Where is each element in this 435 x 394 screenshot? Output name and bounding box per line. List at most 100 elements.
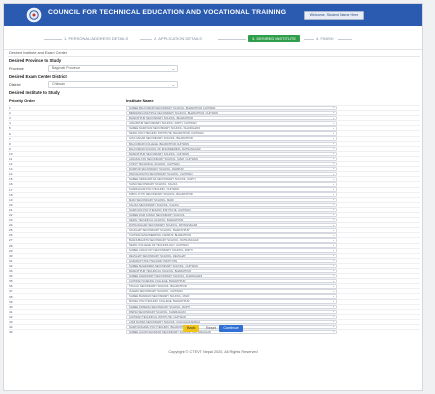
institute-name: DEVGHAT SECONDARY SCHOOL, DEVGHAT [129, 254, 186, 258]
institute-select[interactable]: GAIDAKOT POLYTECHNIC INSTITUTE ⌄ [126, 258, 337, 264]
institute-select[interactable]: SHREE NARAYANI SECONDARY SCHOOL, KHAIRAH… [126, 126, 337, 131]
chevron-down-icon: ⌄ [332, 273, 335, 278]
priority-number: 8 [9, 141, 11, 146]
institute-select[interactable]: RAMPUR SECONDARY SCHOOL, RAMPUR ⌄ [126, 166, 337, 172]
institute-select[interactable]: NEPAL TECHNICAL SCHOOL, BHARATPUR ⌄ [126, 217, 337, 223]
district-select[interactable]: Chitwan ⌄ [48, 81, 178, 88]
institute-select[interactable]: BHARATPUR SECONDARY SCHOOL, BHARATPUR ⌄ [126, 116, 337, 121]
institute-select[interactable]: PARSA SECONDARY SCHOOL, KHAIRAHANI ⌄ [126, 309, 337, 314]
institute-select[interactable]: DIBYA JYOTI SECONDARY SCHOOL, BHARATPUR ⌄ [126, 192, 337, 197]
chevron-down-icon: ⌄ [332, 294, 335, 298]
col-institute-name: Institute Name [126, 98, 154, 103]
institute-select[interactable]: CHITWAN TECHNICAL INSTITUTE, CHITWAN ⌄ [126, 314, 337, 320]
institute-name: DIBYA JYOTI SECONDARY SCHOOL, BHARATPUR [129, 193, 193, 197]
institute-name: SHREE RAM JANAKI SECONDARY SCHOOL [129, 213, 185, 217]
priority-number: 25 [9, 228, 13, 233]
institute-table-header: Priority Order Institute Name [8, 97, 420, 104]
institute-select[interactable]: TIKAULI SECONDARY SCHOOL, BHARATPUR ⌄ [126, 284, 337, 289]
institute-name: SHREE JANAJYOTI SECONDARY SCHOOL, RAPTI [129, 249, 193, 253]
institute-name: MODEL POLYTECHNIC COLLEGE, BHARATPUR [129, 300, 190, 304]
institute-select[interactable]: BHARATPUR SECONDARY SCHOOL, CHITWAN ⌄ [126, 151, 337, 157]
institute-select[interactable]: SHREE JANAJYOTI SECONDARY SCHOOL, RAPTI ⌄ [126, 248, 337, 253]
col-priority-order: Priority Order [9, 98, 36, 103]
institute-select[interactable]: SHREE KRISHNA SECONDARY SCHOOL, RAPTI ⌄ [126, 304, 337, 309]
institute-select[interactable]: SHIVA SECONDARY SCHOOL, KALIKA ⌄ [126, 182, 337, 187]
institute-select[interactable]: BALKUMARI SCHOOL OF ENGINEERING, RATNANA… [126, 146, 337, 151]
institute-select[interactable]: GITA NAGAR SECONDARY SCHOOL, BHARATPUR ⌄ [126, 136, 337, 141]
user-menu-button[interactable]: Welcome, Student Name Here [304, 11, 364, 20]
institute-name: SHREE SARASWATI SECONDARY SCHOOL, KHAIRA… [129, 274, 203, 278]
chevron-down-icon: ⌄ [171, 66, 175, 71]
institute-select[interactable]: NEPAL COLLEGE OF TECHNOLOGY, CHITWAN ⌄ [126, 243, 337, 248]
province-select[interactable]: Bagmati Province ⌄ [48, 65, 178, 72]
chevron-down-icon: ⌄ [332, 116, 335, 120]
institute-select[interactable]: SHREE MAHENDRA SECONDARY SCHOOL, CHITWAN… [126, 263, 337, 269]
priority-number: 3 [9, 116, 11, 121]
institute-name: SHIVA SECONDARY SCHOOL, KALIKA [129, 183, 178, 187]
institute-name: SAUGHAT SECONDARY SCHOOL, BHARATPUR [129, 229, 190, 233]
chevron-down-icon: ⌄ [332, 212, 335, 217]
priority-number: 36 [9, 284, 13, 289]
institute-select[interactable]: KALIKA SECONDARY SCHOOL, KALIKA ⌄ [126, 202, 337, 208]
section-label: Desired Institute and Exam Center [8, 50, 420, 57]
chevron-down-icon: ⌄ [332, 151, 335, 156]
district-row: District Chitwan ⌄ [8, 80, 420, 89]
ctevt-logo-icon [26, 7, 42, 23]
priority-number: 18 [9, 192, 13, 197]
institute-select[interactable]: SHREE SIDDHARTHA SECONDARY SCHOOL, RAPTI… [126, 177, 337, 182]
priority-number: 28 [9, 243, 13, 248]
province-label: Province [9, 66, 24, 71]
institute-select[interactable]: BIRENDRA MULTIPLE SECONDARY SCHOOL, BHAR… [126, 110, 337, 116]
priority-number: 37 [9, 289, 13, 294]
institute-select[interactable]: BHARATPUR TECHNICAL SCHOOL, BHARATPUR ⌄ [126, 268, 337, 274]
reset-button[interactable]: Reset [202, 325, 216, 332]
institute-name: NEPAL POLYTECHNIC INSTITUTE, BHARATPUR, … [129, 132, 204, 136]
priority-number: 15 [9, 177, 13, 182]
institute-select[interactable]: SHREE SARASWATI SECONDARY SCHOOL, KHAIRA… [126, 273, 337, 279]
institute-select[interactable]: JUGEDI SECONDARY SCHOOL, CHITWAN ⌄ [126, 289, 337, 294]
chevron-down-icon: ⌄ [332, 253, 335, 258]
institute-name: GITA NAGAR SECONDARY SCHOOL, BHARATPUR [129, 137, 193, 141]
institute-select[interactable]: KHAIRAHANI POLYTECHNIC, CHITWAN ⌄ [126, 187, 337, 192]
institute-select[interactable]: CTEVT TECHNICAL SCHOOL, CHITWAN ⌄ [126, 161, 337, 167]
institute-select[interactable]: CHITWAN ENGINEERING CAMPUS, BHARATPUR ⌄ [126, 233, 337, 238]
institute-select[interactable]: MADI SECONDARY SCHOOL, MADI ⌄ [126, 197, 337, 202]
institute-name: CTEVT TECHNICAL SCHOOL, CHITWAN [129, 162, 180, 166]
institute-name: BHANUBHAKTA SECONDARY SCHOOL, RATNANAGAR [129, 239, 199, 243]
institute-select[interactable]: NEPAL POLYTECHNIC INSTITUTE, BHARATPUR, … [126, 131, 337, 136]
progress-steps: 1. PERSONAL/ADDRESS DETAILS 2. APPLICATI… [4, 30, 422, 50]
step-personal-address[interactable]: 1. PERSONAL/ADDRESS DETAILS [64, 36, 128, 41]
step-finish[interactable]: 4. FINISH [316, 36, 334, 41]
step-desired-institute[interactable]: 3. DESIRED INSTITUTE [248, 35, 301, 42]
province-block-title: Desired Province to Study [9, 58, 62, 63]
priority-number: 6 [9, 131, 11, 136]
priority-number: 5 [9, 126, 11, 131]
institute-select[interactable]: JANAKPUR SECONDARY SCHOOL, RAPTI, CHITWA… [126, 121, 337, 126]
institute-select[interactable]: PANCHAKANYA SECONDARY SCHOOL, CHITWAN ⌄ [126, 172, 337, 177]
priority-number: 11 [9, 156, 13, 161]
institute-select[interactable]: CHITWAN SCIENCE COLLEGE, BHARATPUR ⌄ [126, 279, 337, 284]
institute-name: RAMPUR SECONDARY SCHOOL, RAMPUR [129, 167, 184, 171]
district-value: Chitwan [52, 82, 65, 86]
chevron-down-icon: ⌄ [332, 172, 335, 176]
district-label: District [9, 82, 21, 87]
institute-select[interactable]: SHREE RAM JANAKI SECONDARY SCHOOL ⌄ [126, 212, 337, 218]
priority-number: 38 [9, 294, 13, 299]
institute-select[interactable]: BHANUBHAKTA SECONDARY SCHOOL, RATNANAGAR… [126, 238, 337, 243]
back-button[interactable]: Back [183, 324, 199, 332]
institute-select[interactable]: NARAYANI POLYTECHNIC INSTITUTE, CHITWAN ⌄ [126, 207, 337, 213]
institute-name: JANAKALYAN SECONDARY SCHOOL, MADI, CHITW… [129, 157, 198, 161]
continue-button[interactable]: Continue [219, 324, 243, 332]
institute-select[interactable]: RATNANAGAR SECONDARY SCHOOL, RATNANAGAR ⌄ [126, 223, 337, 228]
priority-number: 19 [9, 197, 13, 202]
institute-name: SHREE NARAYANI SECONDARY SCHOOL, KHAIRAH… [129, 127, 201, 131]
institute-select[interactable]: SHREE BHAWANI SECONDARY SCHOOL, MADI ⌄ [126, 294, 337, 299]
priority-number: 40 [9, 304, 13, 309]
institute-select[interactable]: JANAKALYAN SECONDARY SCHOOL, MADI, CHITW… [126, 156, 337, 162]
institute-select[interactable]: DEVGHAT SECONDARY SCHOOL, DEVGHAT ⌄ [126, 253, 337, 258]
institute-select[interactable]: SAUGHAT SECONDARY SCHOOL, BHARATPUR ⌄ [126, 228, 337, 233]
institute-select[interactable]: BALKUMARI COLLEGE, BHARATPUR CHITWAN ⌄ [126, 141, 337, 146]
institute-select[interactable]: SHREE BALKUMARI SECONDARY SCHOOL, BHARAT… [126, 105, 337, 111]
institute-select[interactable]: MODEL POLYTECHNIC COLLEGE, BHARATPUR ⌄ [126, 299, 337, 304]
step-application-details[interactable]: 2. APPLICATION DETAILS [154, 36, 202, 41]
